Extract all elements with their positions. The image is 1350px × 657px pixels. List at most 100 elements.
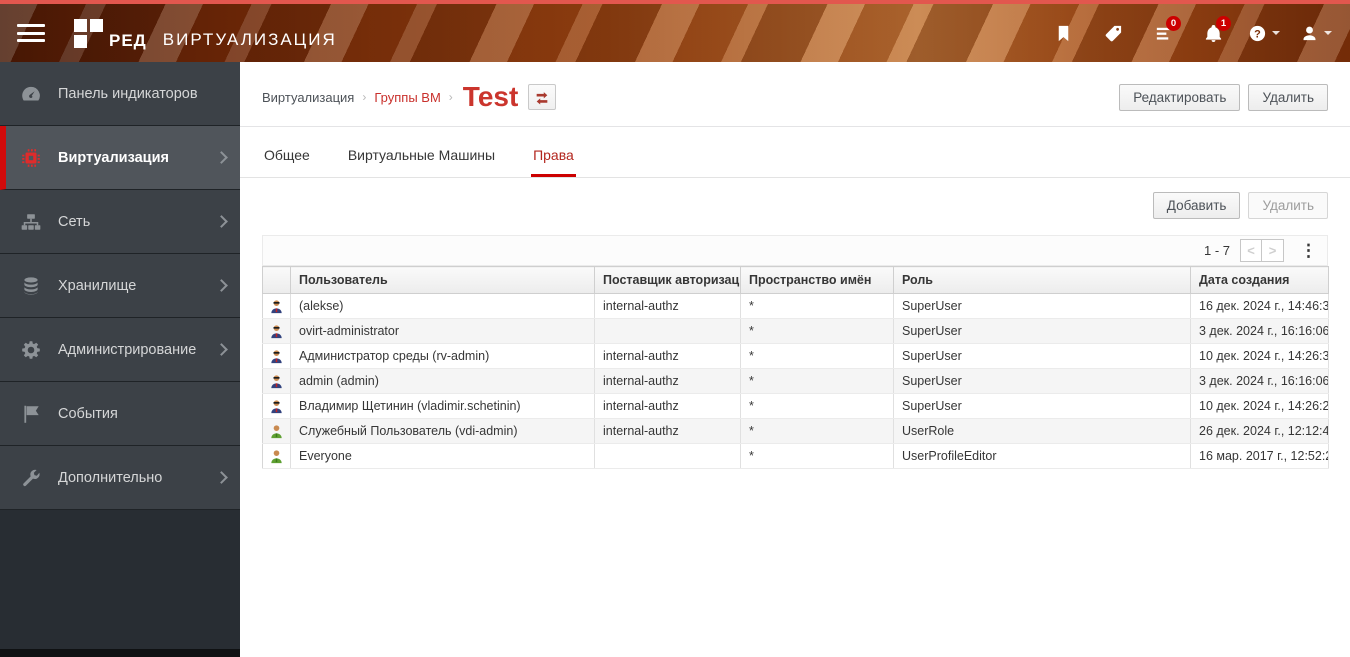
switch-entity-button[interactable] bbox=[528, 84, 557, 110]
sidebar-filler bbox=[0, 510, 240, 649]
column-header-auth-provider[interactable]: Поставщик авторизации bbox=[594, 266, 741, 294]
user-icon bbox=[271, 449, 282, 463]
cell-user: Администратор среды (rv-admin) bbox=[290, 343, 595, 369]
chevron-down-icon bbox=[1272, 31, 1280, 35]
sidebar-item-label: Администрирование bbox=[58, 341, 197, 358]
cell-provider: internal-authz bbox=[594, 418, 741, 444]
edit-button[interactable]: Редактировать bbox=[1119, 83, 1241, 111]
sidebar-item-label: Панель индикаторов bbox=[58, 85, 198, 102]
masthead: РЕД ВИРТУАЛИЗАЦИЯ 0 1 ? bbox=[0, 4, 1350, 62]
cell-namespace: * bbox=[740, 293, 894, 319]
tab-permissions[interactable]: Права bbox=[531, 137, 576, 177]
chevron-right-icon bbox=[215, 471, 228, 484]
table-row[interactable]: Владимир Щетинин (vladimir.schetinin) in… bbox=[262, 393, 1329, 419]
remove-permission-button[interactable]: Удалить bbox=[1248, 192, 1328, 219]
table-row[interactable]: admin (admin) internal-authz * SuperUser… bbox=[262, 368, 1329, 394]
table-header-row: Пользователь Поставщик авторизации Прост… bbox=[262, 266, 1329, 294]
help-menu[interactable]: ? bbox=[1244, 14, 1284, 52]
gear-icon bbox=[20, 339, 42, 361]
cell-role: SuperUser bbox=[893, 343, 1191, 369]
tag-icon[interactable] bbox=[1094, 14, 1132, 52]
column-header-user[interactable]: Пользователь bbox=[290, 266, 595, 294]
cell-namespace: * bbox=[740, 418, 894, 444]
sidebar-item-storage[interactable]: Хранилище bbox=[0, 254, 240, 318]
notifications-bell-icon[interactable]: 1 bbox=[1194, 14, 1232, 52]
column-header-created[interactable]: Дата создания bbox=[1190, 266, 1329, 294]
cell-provider: internal-authz bbox=[594, 293, 741, 319]
column-header-role[interactable]: Роль bbox=[893, 266, 1191, 294]
pager-prev-button[interactable]: < bbox=[1240, 239, 1262, 262]
column-header-icon[interactable] bbox=[262, 266, 291, 294]
breadcrumb: Виртуализация › Группы ВМ › bbox=[262, 90, 461, 105]
table-row[interactable]: Администратор среды (rv-admin) internal-… bbox=[262, 343, 1329, 369]
sidebar-item-virtualization[interactable]: Виртуализация bbox=[0, 126, 240, 190]
sidebar-item-label: Сеть bbox=[58, 213, 91, 230]
sidebar-item-additional[interactable]: Дополнительно bbox=[0, 446, 240, 510]
cell-role: UserRole bbox=[893, 418, 1191, 444]
add-permission-button[interactable]: Добавить bbox=[1152, 192, 1241, 219]
brand-red-label: РЕД bbox=[109, 30, 147, 50]
chevron-right-icon bbox=[215, 343, 228, 356]
table-row[interactable]: (alekse) internal-authz * SuperUser 16 д… bbox=[262, 293, 1329, 319]
app-window: РЕД ВИРТУАЛИЗАЦИЯ 0 1 ? Панель индикатор… bbox=[0, 0, 1350, 657]
cell-namespace: * bbox=[740, 318, 894, 344]
header-actions: Редактировать Удалить bbox=[1119, 83, 1328, 111]
admin-user-icon bbox=[271, 299, 282, 313]
cell-created: 3 дек. 2024 г., 16:16:06 bbox=[1190, 318, 1329, 344]
delete-button[interactable]: Удалить bbox=[1248, 83, 1328, 111]
kebab-menu-icon[interactable]: ⋮ bbox=[1294, 242, 1323, 259]
admin-user-icon bbox=[271, 399, 282, 413]
column-header-namespace[interactable]: Пространство имён bbox=[740, 266, 894, 294]
user-icon bbox=[1303, 26, 1316, 40]
table-row[interactable]: Служебный Пользователь (vdi-admin) inter… bbox=[262, 418, 1329, 444]
breadcrumb-link-vm-groups[interactable]: Группы ВМ bbox=[374, 90, 440, 105]
wrench-icon bbox=[20, 467, 42, 489]
cell-namespace: * bbox=[740, 368, 894, 394]
sidebar-item-events[interactable]: События bbox=[0, 382, 240, 446]
swap-arrows-icon bbox=[536, 92, 548, 105]
table-row[interactable]: ovirt-administrator * SuperUser 3 дек. 2… bbox=[262, 318, 1329, 344]
admin-user-icon bbox=[271, 374, 282, 388]
cell-created: 3 дек. 2024 г., 16:16:06 bbox=[1190, 368, 1329, 394]
sidebar-item-label: Дополнительно bbox=[58, 469, 163, 486]
flag-icon bbox=[20, 403, 42, 425]
storage-icon bbox=[20, 275, 42, 297]
permissions-grid: 1 - 7 < > ⋮ Пользователь Поставщик автор… bbox=[262, 235, 1329, 469]
brand-squares-icon bbox=[74, 18, 103, 48]
chevron-down-icon bbox=[1324, 31, 1332, 35]
tasks-icon[interactable]: 0 bbox=[1144, 14, 1182, 52]
sidebar-footer-bar bbox=[0, 649, 240, 657]
table-row[interactable]: Everyone * UserProfileEditor 16 мар. 201… bbox=[262, 443, 1329, 469]
hamburger-menu-icon[interactable] bbox=[14, 20, 48, 46]
sidebar-item-dashboard[interactable]: Панель индикаторов bbox=[0, 62, 240, 126]
bookmark-icon[interactable] bbox=[1044, 14, 1082, 52]
cell-created: 10 дек. 2024 г., 14:26:20 bbox=[1190, 393, 1329, 419]
cell-created: 16 мар. 2017 г., 12:52:21 bbox=[1190, 443, 1329, 469]
admin-user-icon bbox=[271, 324, 282, 338]
pager-next-button[interactable]: > bbox=[1262, 239, 1284, 262]
user-menu[interactable] bbox=[1296, 14, 1336, 52]
cell-user: admin (admin) bbox=[290, 368, 595, 394]
content-header: Виртуализация › Группы ВМ › Test Редакти… bbox=[240, 62, 1350, 127]
masthead-actions: 0 1 ? bbox=[1044, 14, 1336, 52]
cell-role: SuperUser bbox=[893, 318, 1191, 344]
cell-provider: internal-authz bbox=[594, 343, 741, 369]
chevron-right-icon bbox=[215, 279, 228, 292]
cell-user: ovirt-administrator bbox=[290, 318, 595, 344]
cell-role: UserProfileEditor bbox=[893, 443, 1191, 469]
breadcrumb-item-virtualization[interactable]: Виртуализация bbox=[262, 90, 354, 105]
sidebar-nav: Панель индикаторов Виртуализация Сеть Хр… bbox=[0, 62, 240, 657]
main-content: Виртуализация › Группы ВМ › Test Редакти… bbox=[240, 62, 1350, 657]
sidebar-item-network[interactable]: Сеть bbox=[0, 190, 240, 254]
sidebar-item-label: Виртуализация bbox=[58, 149, 169, 166]
breadcrumb-separator: › bbox=[362, 90, 367, 104]
breadcrumb-separator: › bbox=[448, 90, 453, 104]
brand-product-label: ВИРТУАЛИЗАЦИЯ bbox=[162, 29, 337, 49]
sidebar-item-administration[interactable]: Администрирование bbox=[0, 318, 240, 382]
sidebar-item-label: Хранилище bbox=[58, 277, 137, 294]
cell-created: 26 дек. 2024 г., 12:12:42 bbox=[1190, 418, 1329, 444]
tab-general[interactable]: Общее bbox=[262, 137, 312, 177]
cell-user: Everyone bbox=[290, 443, 595, 469]
cell-created: 16 дек. 2024 г., 14:46:33 bbox=[1190, 293, 1329, 319]
tab-virtual-machines[interactable]: Виртуальные Машины bbox=[346, 137, 497, 177]
